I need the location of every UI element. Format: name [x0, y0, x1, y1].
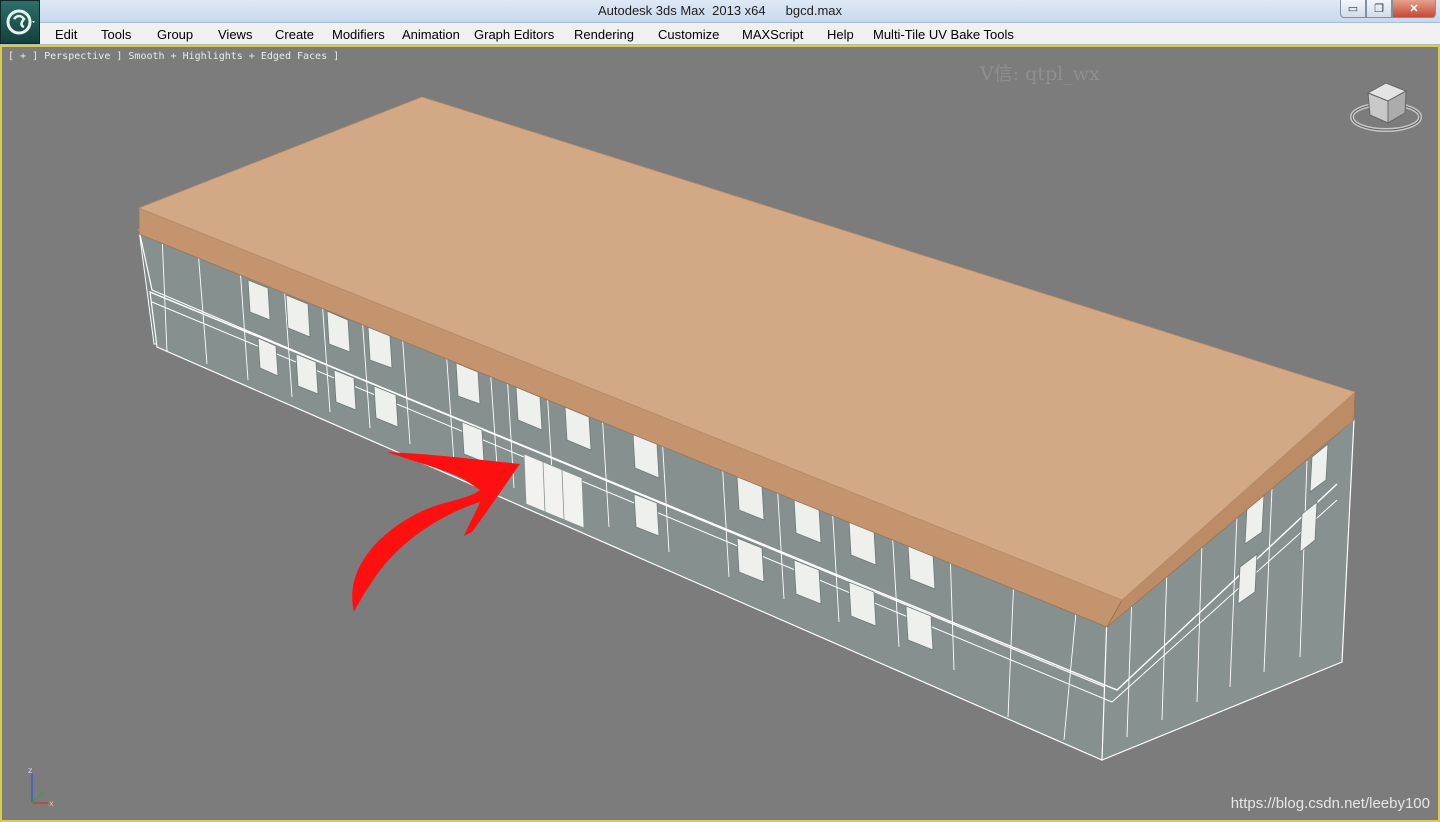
perspective-viewport[interactable]: [ + ] Perspective ] Smooth + Highlights … [0, 45, 1440, 822]
red-arrow-annotation [352, 452, 520, 612]
menu-bar: Edit Tools Group Views Create Modifiers … [0, 23, 1440, 45]
title-bar: Autodesk 3ds Max 2013 x64 bgcd.max ▭ ❐ ✕ [0, 0, 1440, 23]
file-name: bgcd.max [785, 3, 843, 18]
viewport-label[interactable]: [ + ] Perspective ] Smooth + Highlights … [8, 51, 339, 62]
close-button[interactable]: ✕ [1392, 0, 1436, 18]
menu-help[interactable]: Help [827, 27, 854, 42]
source-watermark: https://blog.csdn.net/leeby100 [1230, 795, 1430, 812]
minimize-button[interactable]: ▭ [1340, 0, 1366, 18]
menu-animation[interactable]: Animation [402, 27, 460, 42]
window-controls: ▭ ❐ ✕ [1340, 0, 1436, 18]
watermark-text: V信: qtpl_wx [980, 63, 1100, 85]
menu-modifiers[interactable]: Modifiers [332, 27, 385, 42]
axis-tripod-icon: z x [22, 763, 62, 816]
menu-graph-editors[interactable]: Graph Editors [474, 27, 554, 42]
menu-maxscript[interactable]: MAXScript [742, 27, 803, 42]
max-logo-icon [6, 9, 35, 35]
axis-x-label: x [49, 799, 54, 808]
restore-button[interactable]: ❐ [1366, 0, 1392, 18]
menu-create[interactable]: Create [275, 27, 314, 42]
menu-rendering[interactable]: Rendering [574, 27, 634, 42]
menu-tools[interactable]: Tools [101, 27, 131, 42]
menu-multi-tile-uv-bake-tools[interactable]: Multi-Tile UV Bake Tools [873, 27, 1014, 42]
menu-group[interactable]: Group [157, 27, 193, 42]
app-title: Autodesk 3ds Max 2013 x64 [597, 3, 766, 18]
window-title: Autodesk 3ds Max 2013 x64 bgcd.max [0, 3, 1440, 18]
axis-z-label: z [28, 766, 32, 775]
app-menu-button[interactable] [0, 0, 40, 44]
building-model[interactable] [2, 47, 1438, 820]
menu-customize[interactable]: Customize [658, 27, 719, 42]
menu-views[interactable]: Views [218, 27, 252, 42]
viewcube-icon[interactable] [1348, 77, 1424, 137]
menu-edit[interactable]: Edit [55, 27, 77, 42]
